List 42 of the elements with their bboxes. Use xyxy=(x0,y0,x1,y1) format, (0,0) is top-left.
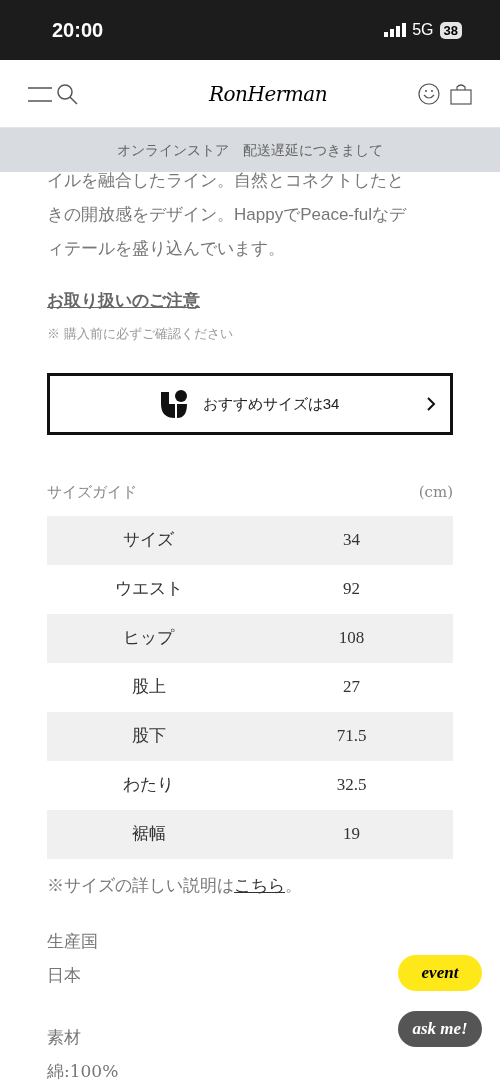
chevron-right-icon xyxy=(426,397,436,411)
smiley-icon[interactable] xyxy=(418,82,440,105)
status-time: 20:00 xyxy=(52,18,104,43)
size-label: ヒップ xyxy=(122,627,176,650)
size-guide-title: サイズガイド xyxy=(47,482,137,503)
size-value: 19 xyxy=(342,823,361,846)
size-value: 34 xyxy=(342,529,361,552)
detail-value: 綿:100% xyxy=(47,1060,119,1080)
battery-indicator: 38 xyxy=(439,21,462,39)
signal-icon xyxy=(384,23,407,37)
size-value: 92 xyxy=(342,578,361,601)
detail-label: 素材 xyxy=(47,1026,81,1049)
description-line: イルを融合したライン。自然とコネクトしたと xyxy=(47,170,405,192)
size-label: わたり xyxy=(122,774,175,797)
brand-mark-icon xyxy=(160,390,187,418)
menu-icon[interactable] xyxy=(28,84,52,103)
chat-bubble-button[interactable]: ask me! xyxy=(398,1011,482,1047)
search-icon[interactable] xyxy=(56,82,78,105)
shopping-bag-icon[interactable] xyxy=(450,82,472,105)
size-value: 108 xyxy=(337,627,366,650)
description-line: ィテールを盛り込んでいます。 xyxy=(47,238,286,260)
size-label: 裾幅 xyxy=(130,823,167,846)
care-note: ※ 購入前に必ずご確認ください xyxy=(47,324,234,343)
notice-banner[interactable]: オンラインストア 配送遅延につきまして xyxy=(0,128,500,172)
chat-bubble-button[interactable]: event xyxy=(398,955,482,991)
size-label: 股上 xyxy=(130,676,167,699)
size-value: 32.5 xyxy=(335,774,368,797)
care-link[interactable]: お取り扱いのご注意 xyxy=(47,291,200,310)
recommend-size-button[interactable]: おすすめサイズは34 xyxy=(47,373,453,435)
detail-value: 日本 xyxy=(47,964,81,987)
network-label: 5G xyxy=(412,20,434,40)
size-label: ウエスト xyxy=(113,578,184,601)
description-line: きの開放感をデザイン。HappyでPeace-fulなデ xyxy=(47,204,408,226)
size-footnote: ※サイズの詳しい説明はこちら。 xyxy=(47,874,303,897)
unit-label: (cm) xyxy=(418,482,453,503)
size-label: サイズ xyxy=(122,529,175,552)
brand-logo[interactable]: RonHerman xyxy=(208,78,328,109)
size-value: 71.5 xyxy=(335,725,368,748)
detail-label: 生産国 xyxy=(47,930,98,953)
size-value: 27 xyxy=(342,676,361,699)
size-detail-link[interactable]: こちら xyxy=(234,875,285,895)
size-label: 股下 xyxy=(130,725,167,748)
